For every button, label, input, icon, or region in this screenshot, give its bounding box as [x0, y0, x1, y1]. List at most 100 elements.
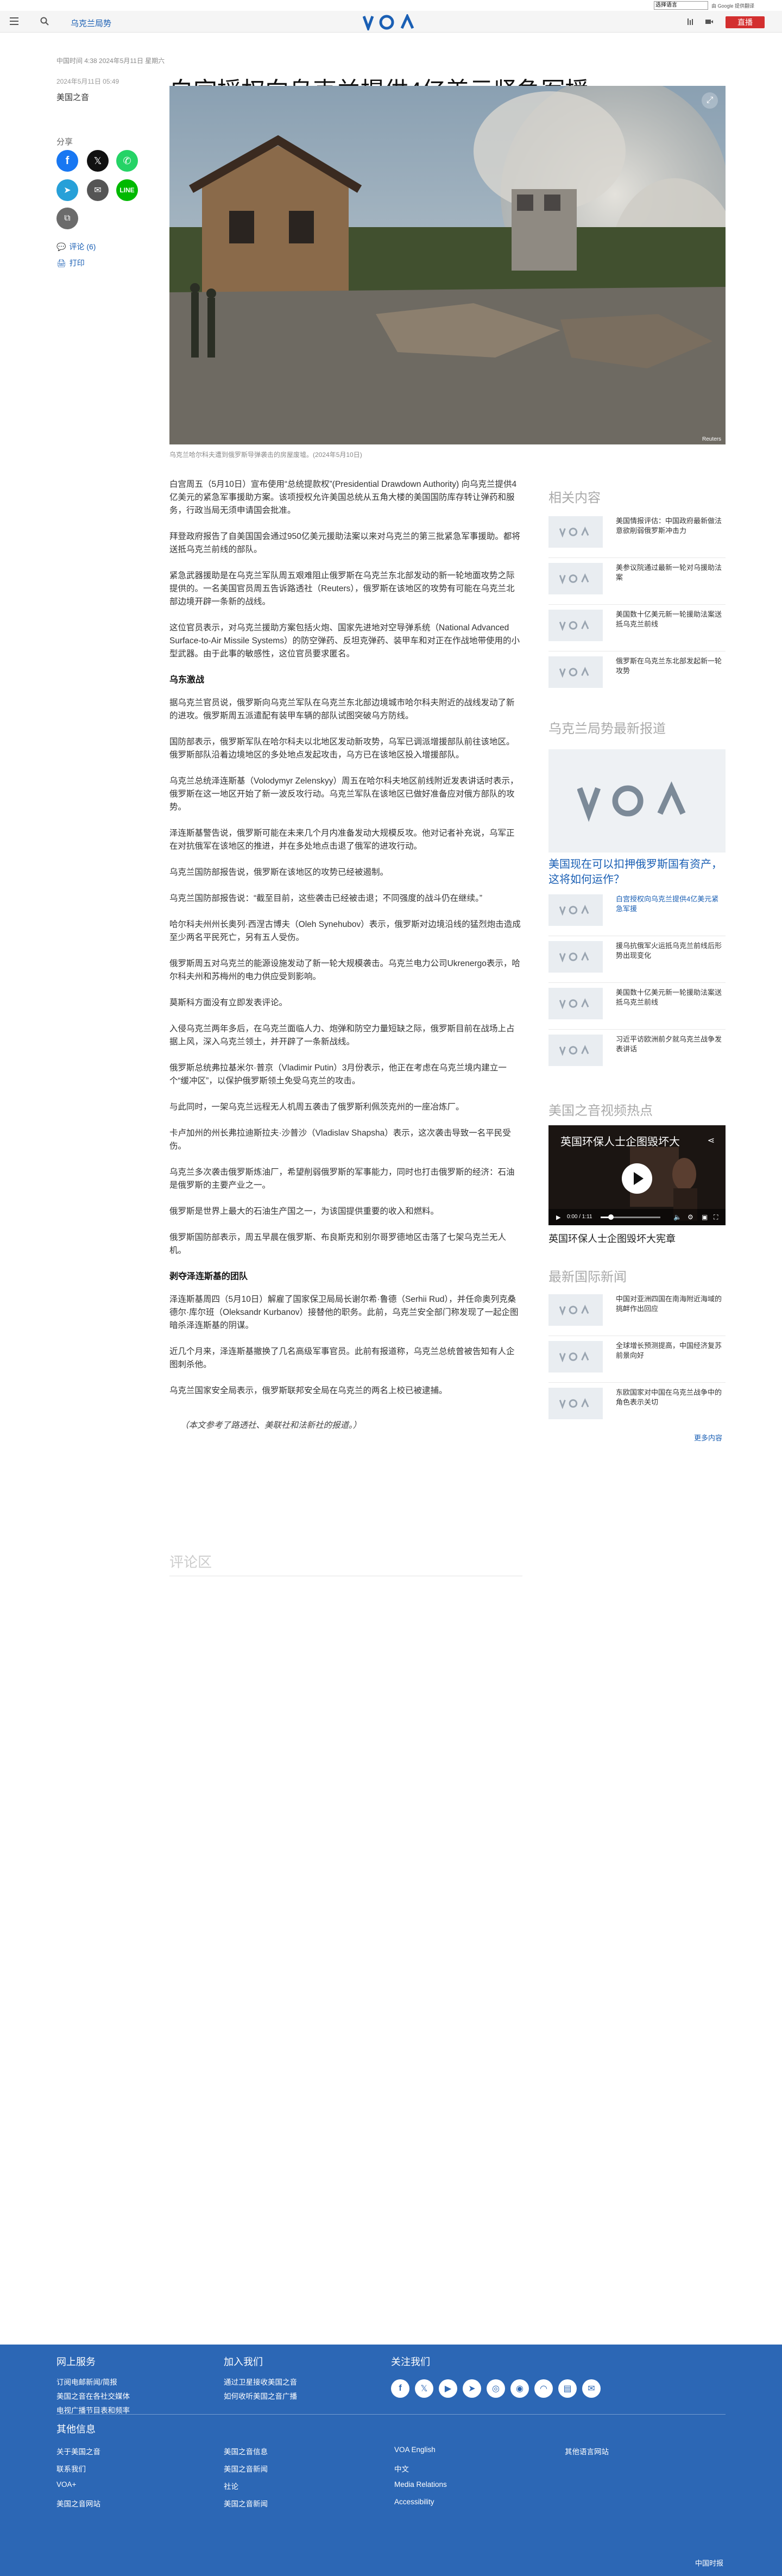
- more-link[interactable]: 更多内容: [694, 1432, 722, 1443]
- world-item[interactable]: 东欧国家对中国在乌克兰战争中的角色表示关切: [548, 1388, 726, 1420]
- paragraph: 近几个月来，泽连斯基撤换了几名高级军事官员。此前有报道称，乌克兰总统曾被告知有人…: [169, 1347, 515, 1369]
- share-label: 分享: [56, 137, 73, 147]
- search-icon[interactable]: [40, 17, 49, 26]
- footer-link[interactable]: 美国之音网站: [56, 2498, 100, 2509]
- comments-link[interactable]: 💬 评论 (6): [56, 241, 96, 252]
- youtube-icon[interactable]: ▶: [439, 2379, 457, 2398]
- x-share-button[interactable]: 𝕏: [87, 150, 109, 172]
- footer-logo[interactable]: 中国时报: [695, 2558, 723, 2568]
- instagram-icon[interactable]: ◎: [487, 2379, 505, 2398]
- footer-link[interactable]: 美国之音信息: [224, 2446, 268, 2456]
- audio-icon[interactable]: [686, 18, 695, 26]
- email-icon[interactable]: ✉: [582, 2379, 601, 2398]
- video-caption[interactable]: 英国环保人士企图毁坏大宪章: [548, 1231, 726, 1245]
- footer-link[interactable]: 美国之音在各社交媒体: [56, 2390, 130, 2401]
- rss-icon[interactable]: ◠: [534, 2379, 553, 2398]
- latest-item[interactable]: 援乌抗俄军火运抵乌克兰前线后形势出现变化: [548, 941, 726, 983]
- section-link[interactable]: 乌克兰局势: [71, 17, 111, 29]
- footer-link[interactable]: 联系我们: [56, 2463, 86, 2474]
- paragraph: 泽连斯基警告说，俄罗斯可能在未来几个月内准备发动大规模反攻。他对记者补充说，乌军…: [169, 829, 515, 851]
- play-button[interactable]: [622, 1163, 652, 1194]
- whatsapp-icon: ✆: [123, 155, 131, 166]
- source-note: （本文参考了路透社、美联社和法新社的报道。）: [180, 1421, 362, 1430]
- latest-item[interactable]: 习近平访欧洲前夕就乌克兰战争发表讲话: [548, 1035, 726, 1067]
- related-item[interactable]: 美参议院通过最新一轮对乌援助法案: [548, 563, 726, 605]
- footer-link[interactable]: 如何收听美国之音广播: [224, 2390, 297, 2401]
- footer-heading: 网上服务: [56, 2356, 96, 2367]
- line-share-button[interactable]: LINE: [116, 179, 138, 201]
- footer-link[interactable]: VOA English: [394, 2446, 436, 2454]
- comment-icon: 💬: [56, 242, 66, 251]
- share-icon[interactable]: ⋖: [708, 1135, 715, 1146]
- world-news-heading: 最新国际新闻: [548, 1270, 627, 1284]
- publish-date: 2024年5月11日 05:49: [56, 78, 119, 85]
- telegram-share-button[interactable]: ➤: [56, 179, 78, 201]
- footer-link[interactable]: 电视广播节目表和频率: [56, 2404, 130, 2415]
- world-item-title: 东欧国家对中国在乌克兰战争中的角色表示关切: [616, 1388, 722, 1406]
- footer-link[interactable]: 其他语言网站: [565, 2446, 609, 2456]
- menu-icon[interactable]: [10, 17, 18, 25]
- email-share-button[interactable]: ✉: [87, 179, 109, 201]
- paragraph: 乌克兰国防部报告说，俄罗斯在该地区的攻势已经被遏制。: [169, 868, 389, 877]
- facebook-share-button[interactable]: f: [56, 150, 78, 172]
- voa-thumb-icon: [548, 656, 603, 688]
- voa-thumb-icon: [548, 1341, 603, 1372]
- latest-item[interactable]: 白宫授权向乌克兰提供4亿美元紧急军援: [548, 894, 726, 936]
- language-select[interactable]: 选择语言: [654, 1, 708, 10]
- footer-link[interactable]: 关于美国之音: [56, 2446, 100, 2456]
- related-item[interactable]: 俄罗斯在乌克兰东北部发起新一轮攻势: [548, 656, 726, 689]
- podcast-icon[interactable]: ◉: [510, 2379, 529, 2398]
- world-item[interactable]: 中国对亚洲四国在南海附近海域的挑衅作出回应: [548, 1294, 726, 1336]
- footer-link[interactable]: 通过卫星接收美国之音: [224, 2376, 297, 2387]
- paragraph: 紧急武器援助是在乌克兰军队周五艰难阻止俄罗斯在乌克兰东北部发动的新一轮地面攻势之…: [169, 571, 515, 606]
- fullscreen-icon[interactable]: ⛶: [714, 1213, 718, 1221]
- email-icon: ✉: [94, 186, 102, 195]
- footer-link[interactable]: 社论: [224, 2480, 238, 2491]
- latest-heading: 乌克兰局势最新报道: [548, 722, 666, 736]
- related-item-title: 俄罗斯在乌克兰东北部发起新一轮攻势: [616, 657, 722, 675]
- pip-icon[interactable]: ▣: [702, 1213, 708, 1221]
- footer-heading: 其他信息: [56, 2424, 96, 2435]
- volume-icon[interactable]: 🔈: [673, 1213, 682, 1221]
- settings-icon[interactable]: ⚙: [688, 1213, 693, 1221]
- hero-image[interactable]: ⤢ Reuters: [169, 86, 726, 444]
- footer-link[interactable]: Media Relations: [394, 2480, 447, 2489]
- video-title: 英国环保人士企图毁坏大: [560, 1136, 680, 1148]
- feature-title[interactable]: 美国现在可以扣押俄罗斯国有资产，这将如何运作？: [548, 857, 726, 887]
- related-item[interactable]: 美国数十亿美元新一轮援助法案送抵乌克兰前线: [548, 610, 726, 651]
- x-icon[interactable]: 𝕏: [415, 2379, 433, 2398]
- footer-link[interactable]: VOA+: [56, 2480, 76, 2489]
- print-icon: 🖨: [56, 258, 66, 267]
- related-item[interactable]: 美国情报评估：中国政府最新做法意欲削弱俄罗斯冲击力: [548, 516, 726, 558]
- expand-icon[interactable]: ⤢: [702, 92, 718, 109]
- voa-logo[interactable]: [363, 14, 419, 30]
- app-icon[interactable]: ▤: [558, 2379, 577, 2398]
- feature-image[interactable]: [548, 749, 726, 853]
- world-item[interactable]: 全球增长预测提高，中国经济复苏前景向好: [548, 1341, 726, 1383]
- footer-link[interactable]: 美国之音新闻: [224, 2498, 268, 2509]
- footer-link[interactable]: Accessibility: [394, 2498, 434, 2506]
- paragraph: 莫斯科方面没有立即发表评论。: [169, 998, 288, 1007]
- footer-link[interactable]: 中文: [394, 2463, 409, 2474]
- video-player[interactable]: 英国环保人士企图毁坏大 ⋖ ▶ 0:00 / 1:11 🔈 ⚙ ▣ ⛶: [548, 1125, 726, 1225]
- play-icon[interactable]: ▶: [556, 1214, 560, 1221]
- telegram-icon[interactable]: ➤: [463, 2379, 481, 2398]
- author[interactable]: 美国之音: [56, 91, 89, 103]
- footer-link[interactable]: 订阅电邮新闻/简报: [56, 2376, 117, 2387]
- latest-item[interactable]: 美国数十亿美元新一轮援助法案送抵乌克兰前线: [548, 988, 726, 1030]
- paragraph: 俄罗斯总统弗拉基米尔·普京（Vladimir Putin）3月份表示，他正在考虑…: [169, 1063, 507, 1086]
- paragraph: 泽连斯基周四（5月10日）解雇了国家保卫局局长谢尔希·鲁德（Serhii Rud…: [169, 1295, 519, 1330]
- copy-link-button[interactable]: ⧉: [56, 208, 78, 229]
- photo-credit: Reuters: [702, 436, 721, 442]
- paragraph: 据乌克兰官员说，俄罗斯向乌克兰军队在乌克兰东北部边境城市哈尔科夫附近的战线发动了…: [169, 698, 515, 720]
- article-body: 白宫周五（5月10日）宣布使用“总统提款权”(Presidential Draw…: [169, 478, 522, 1445]
- whatsapp-share-button[interactable]: ✆: [116, 150, 138, 172]
- live-button[interactable]: 直播: [726, 16, 765, 28]
- footer-link[interactable]: 美国之音新闻: [224, 2463, 268, 2474]
- print-link[interactable]: 🖨 打印: [56, 258, 85, 268]
- site-header: 乌克兰局势 直播: [0, 11, 782, 33]
- video-icon[interactable]: [705, 18, 714, 26]
- progress-bar[interactable]: [601, 1214, 660, 1220]
- translate-powered: 由 Google 提供翻译: [711, 3, 755, 9]
- facebook-icon[interactable]: f: [391, 2379, 409, 2398]
